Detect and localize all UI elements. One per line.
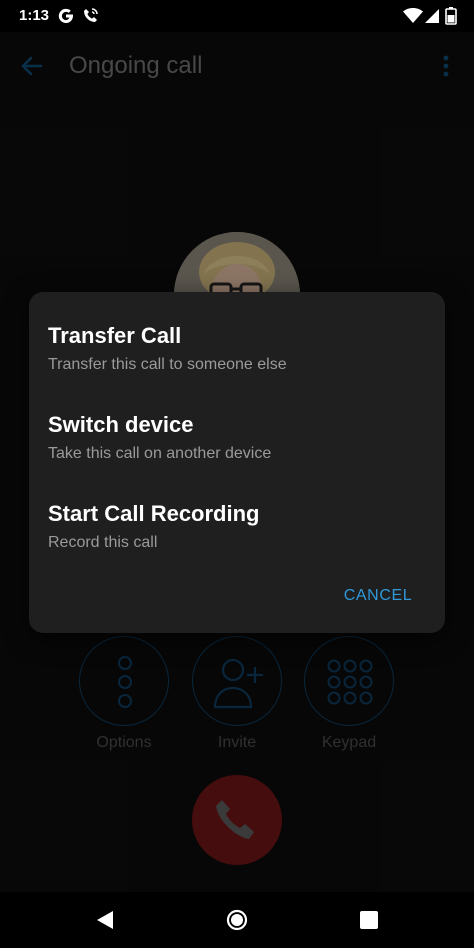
call-options-dialog: Transfer Call Transfer this call to some…: [29, 292, 445, 633]
start-call-recording-option[interactable]: Start Call Recording Record this call: [48, 501, 428, 571]
option-title: Switch device: [48, 412, 194, 437]
nav-recents-icon[interactable]: [357, 908, 381, 932]
nav-home-icon[interactable]: [225, 908, 249, 932]
battery-icon: [445, 7, 457, 25]
switch-device-option[interactable]: Switch device Take this call on another …: [48, 412, 428, 482]
wifi-calling-icon: [84, 8, 98, 22]
nav-back-icon[interactable]: [93, 908, 117, 932]
system-nav-bar: [0, 892, 474, 948]
transfer-call-option[interactable]: Transfer Call Transfer this call to some…: [48, 323, 428, 393]
signal-icon: [425, 9, 439, 23]
wifi-icon: [403, 8, 423, 23]
option-subtitle: Record this call: [48, 534, 158, 551]
status-time: 1:13: [19, 7, 50, 24]
google-icon: [58, 8, 73, 24]
status-bar: 1:13: [0, 0, 474, 32]
cancel-button[interactable]: CANCEL: [333, 582, 423, 610]
option-title: Transfer Call: [48, 323, 182, 348]
option-title: Start Call Recording: [48, 501, 260, 526]
option-subtitle: Transfer this call to someone else: [48, 356, 287, 373]
option-subtitle: Take this call on another device: [48, 445, 272, 462]
